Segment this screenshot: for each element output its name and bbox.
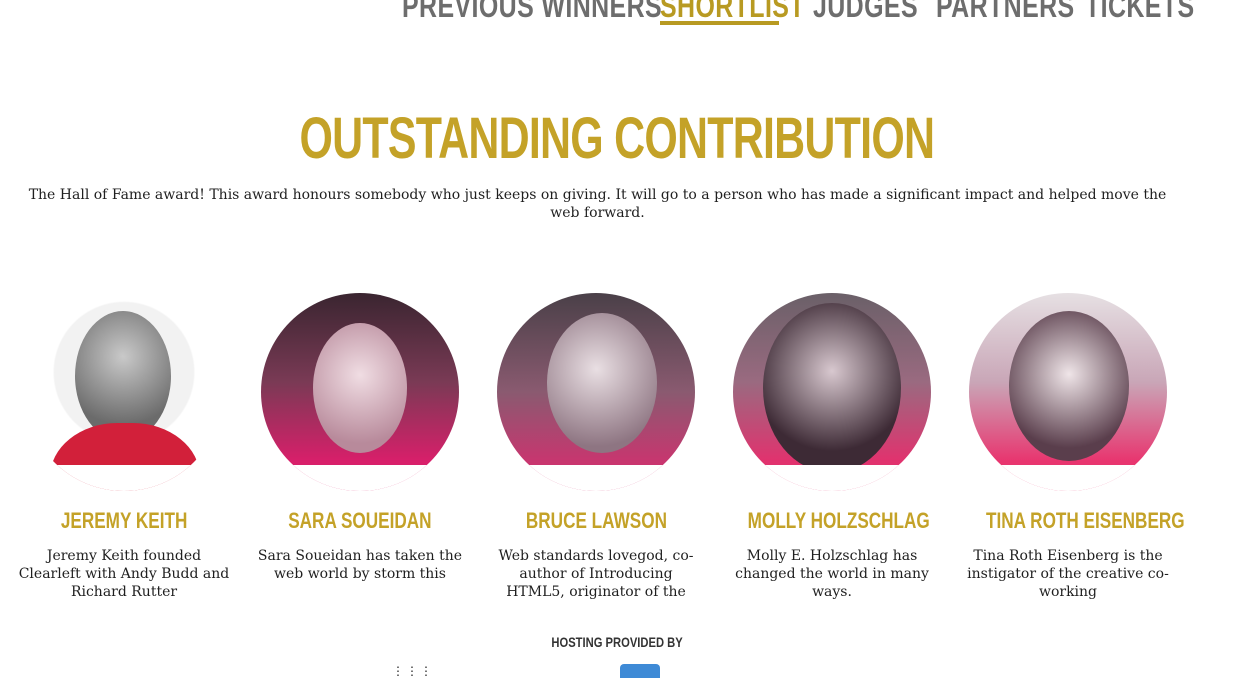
section-title: OUTSTANDING CONTRIBUTION xyxy=(299,106,935,171)
nominee-name: MOLLY HOLZSCHLAG xyxy=(747,508,930,533)
nav-previous-winners[interactable]: Previous Winners xyxy=(402,0,662,26)
nominee-bio: Sara Soueidan has taken the web world by… xyxy=(257,548,463,582)
hosting-label: HOSTING PROVIDED BY xyxy=(551,634,683,650)
nominee-card[interactable]: MOLLY HOLZSCHLAG Molly E. Holzschlag has… xyxy=(722,293,942,601)
nominee-name: TINA ROTH EISENBERG xyxy=(986,508,1185,533)
nominee-card[interactable]: JEREMY KEITH Jeremy Keith founded Clearl… xyxy=(14,293,234,601)
host-logo-blue-icon xyxy=(620,664,660,678)
nominee-bio: Jeremy Keith founded Clearleft with Andy… xyxy=(18,548,230,600)
host-logo-dots-icon: ⋮⋮⋮ xyxy=(392,664,434,678)
nav-tickets[interactable]: Tickets xyxy=(1085,0,1195,26)
active-nav-underline xyxy=(660,21,779,25)
nominee-card[interactable]: BRUCE LAWSON Web standards lovegod, co-a… xyxy=(486,293,706,601)
nominee-card[interactable]: TINA ROTH EISENBERG Tina Roth Eisenberg … xyxy=(958,293,1185,601)
section-intro: The Hall of Fame award! This award honou… xyxy=(28,187,1167,221)
avatar[interactable] xyxy=(25,293,223,491)
nominee-name: SARA SOUEIDAN xyxy=(288,508,432,533)
top-nav: Previous Winners Shortlist Judges Partne… xyxy=(0,0,1234,46)
avatar[interactable] xyxy=(261,293,459,491)
avatar[interactable] xyxy=(497,293,695,491)
nominee-bio: Web standards lovegod, co-author of Intr… xyxy=(498,548,694,600)
avatar[interactable] xyxy=(733,293,931,491)
nominee-name: BRUCE LAWSON xyxy=(525,508,667,533)
nominee-card[interactable]: SARA SOUEIDAN Sara Soueidan has taken th… xyxy=(250,293,470,601)
nominee-bio: Tina Roth Eisenberg is the instigator of… xyxy=(967,548,1169,600)
nominee-bio: Molly E. Holzschlag has changed the worl… xyxy=(735,548,929,600)
nominee-name: JEREMY KEITH xyxy=(60,508,188,533)
nav-partners[interactable]: Partners xyxy=(936,0,1075,26)
nav-judges[interactable]: Judges xyxy=(813,0,918,26)
avatar[interactable] xyxy=(969,293,1167,491)
